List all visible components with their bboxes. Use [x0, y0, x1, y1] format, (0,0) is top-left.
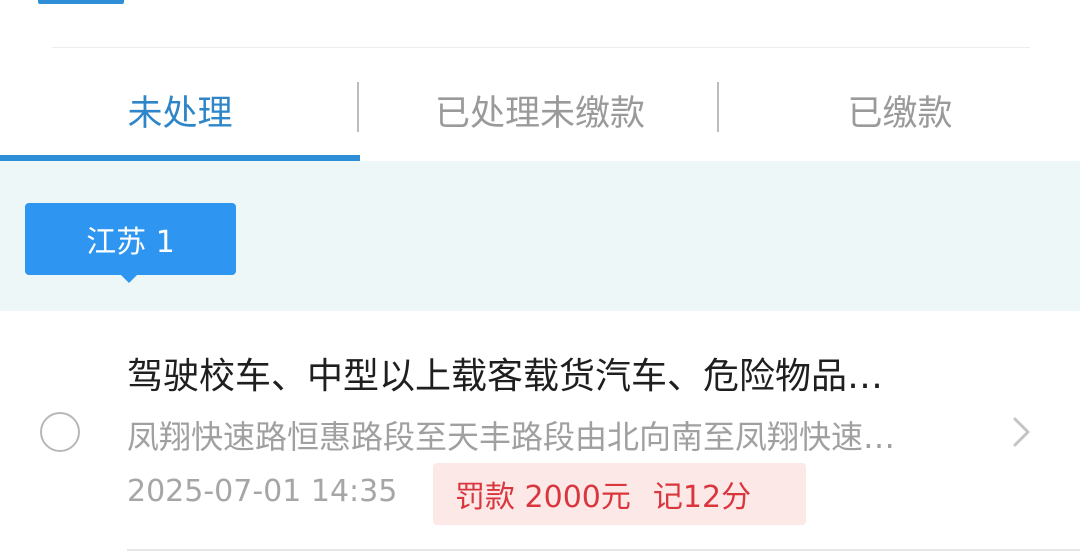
tab-processed-unpaid[interactable]: 已处理未缴款	[360, 60, 720, 160]
violation-record[interactable]: 驾驶校车、中型以上载客载货汽车、危险物品… 凤翔快速路恒惠路段至天丰路段由北向南…	[0, 311, 1080, 557]
fine-amount: 罚款 2000元	[455, 480, 631, 515]
violation-title: 驾驶校车、中型以上载客载货汽车、危险物品…	[127, 356, 884, 397]
header-divider	[52, 47, 1030, 48]
tab-paid[interactable]: 已缴款	[720, 60, 1080, 160]
record-divider	[127, 549, 1080, 551]
previous-section-underline	[38, 0, 124, 4]
tab-separator	[717, 82, 719, 132]
tab-separator	[357, 82, 359, 132]
region-chip-jiangsu[interactable]: 江苏 1	[25, 203, 236, 275]
penalty-points: 记12分	[652, 480, 752, 515]
status-tabs: 未处理 已处理未缴款 已缴款	[0, 60, 1080, 160]
penalty-badge: 罚款 2000元 记12分	[433, 463, 806, 525]
violation-location: 凤翔快速路恒惠路段至天丰路段由北向南至凤翔快速…	[127, 418, 896, 456]
violation-time: 2025-07-01 14:35	[127, 474, 398, 509]
radio-circle-icon[interactable]	[40, 412, 80, 452]
chevron-right-icon[interactable]	[1004, 414, 1040, 450]
region-chip-pointer	[120, 274, 138, 283]
violation-query-page: 未处理 已处理未缴款 已缴款 江苏 1 驾驶校车、中型以上载客载货汽车、危险物品…	[0, 0, 1080, 557]
tab-unprocessed[interactable]: 未处理	[0, 60, 360, 160]
